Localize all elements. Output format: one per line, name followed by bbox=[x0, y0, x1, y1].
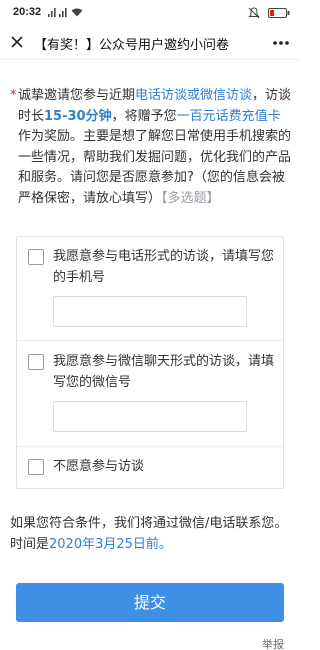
contact-note: 如果您符合条件，我们将通过微信/电话联系您。时间是2020年3月25日前。 bbox=[10, 514, 292, 555]
option-checkbox[interactable] bbox=[28, 249, 44, 265]
more-icon[interactable] bbox=[270, 32, 292, 54]
question-text-part: 诚挚邀请您参与近期 bbox=[18, 88, 136, 103]
option-wechat-interview[interactable]: 我愿意参与微信聊天形式的访谈，请填写您的微信号 bbox=[17, 341, 283, 447]
multi-choice-hint: 【多选题】 bbox=[161, 190, 220, 206]
question-text: 诚挚邀请您参与近期电话访谈或微信访谈，访谈时长15-30分钟，将赠予您一百元话费… bbox=[10, 86, 292, 209]
status-bar: 20:32 bbox=[0, 0, 300, 26]
close-icon[interactable] bbox=[6, 31, 28, 53]
status-time: 20:32 bbox=[13, 6, 42, 18]
option-phone-interview[interactable]: 我愿意参与电话形式的访谈，请填写您的手机号 bbox=[17, 237, 283, 341]
question-title: * 诚挚邀请您参与近期电话访谈或微信访谈，访谈时长15-30分钟，将赠予您一百元… bbox=[10, 86, 292, 209]
question-highlight: 一百元话费充值卡 bbox=[176, 108, 281, 124]
question-text-part: ，将赠予您 bbox=[111, 108, 177, 124]
question-highlight: 15-30分钟 bbox=[44, 108, 112, 124]
battery-icon bbox=[268, 8, 290, 18]
option-label: 不愿意参与访谈 bbox=[53, 459, 145, 474]
question-text-part: 作为奖励。主要是想了解您日常使用手机搜索的一些情况，帮助我们发掘问题，优化我们的… bbox=[18, 129, 292, 206]
option-label: 我愿意参与微信聊天形式的访谈，请填写您的微信号 bbox=[53, 354, 275, 390]
option-checkbox[interactable] bbox=[28, 354, 44, 370]
page-title: 【有奖！】公众号用户邀约小问卷 bbox=[34, 38, 230, 53]
option-decline[interactable]: 不愿意参与访谈 bbox=[17, 447, 283, 488]
phone-number-input[interactable] bbox=[53, 296, 247, 327]
report-link[interactable]: 举报 bbox=[262, 636, 284, 650]
option-label: 我愿意参与电话形式的访谈，请填写您的手机号 bbox=[53, 249, 275, 285]
signal-icon bbox=[59, 8, 67, 17]
note-date: 2020年3月25日前。 bbox=[49, 536, 172, 552]
question-highlight: 电话访谈或微信访谈 bbox=[135, 88, 253, 103]
options-group: 我愿意参与电话形式的访谈，请填写您的手机号 我愿意参与微信聊天形式的访谈，请填写… bbox=[16, 236, 284, 489]
option-checkbox[interactable] bbox=[28, 459, 44, 475]
mute-icon bbox=[248, 7, 260, 19]
submit-button[interactable]: 提交 bbox=[16, 583, 284, 622]
status-system-icons bbox=[248, 7, 292, 19]
signal-icon bbox=[48, 8, 56, 17]
wechat-id-input[interactable] bbox=[53, 401, 247, 432]
wifi-icon bbox=[71, 8, 83, 17]
nav-bar: 【有奖！】公众号用户邀约小问卷 bbox=[0, 26, 300, 60]
required-mark: * bbox=[10, 88, 17, 103]
